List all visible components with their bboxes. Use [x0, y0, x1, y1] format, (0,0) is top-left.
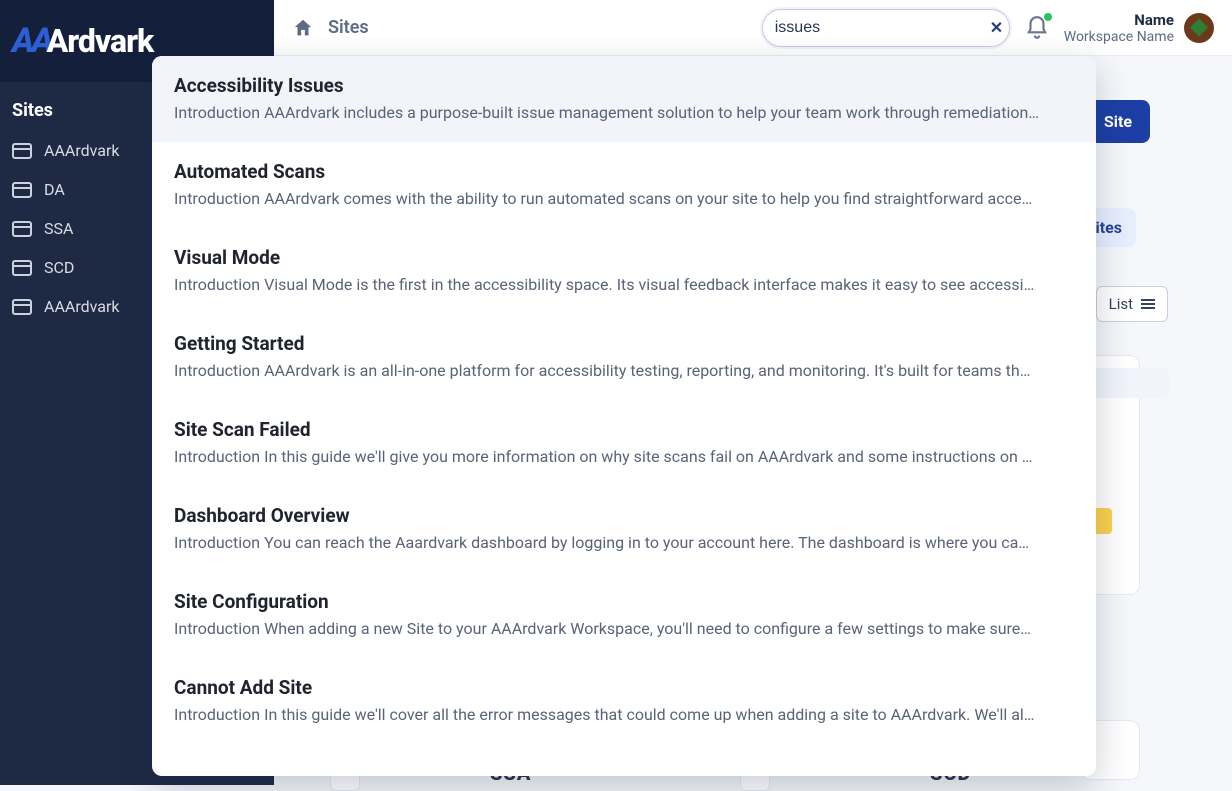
window-icon	[12, 299, 32, 315]
search-result[interactable]: Cannot Add Site Introduction In this gui…	[152, 658, 1096, 744]
result-title: Getting Started	[174, 332, 1074, 355]
user-menu[interactable]: Name Workspace Name	[1064, 11, 1214, 45]
search-field[interactable]: ✕	[762, 9, 1010, 47]
result-description: Introduction You can reach the Aaardvark…	[174, 533, 1074, 552]
search-result[interactable]: Site Configuration Introduction When add…	[152, 572, 1096, 658]
result-title: Dashboard Overview	[174, 504, 1074, 527]
sidebar-item-label: SSA	[44, 219, 73, 238]
search-result[interactable]: Site Scan Failed Introduction In this gu…	[152, 400, 1096, 486]
sidebar-item-label: AAArdvark	[44, 141, 119, 160]
result-description: Introduction When adding a new Site to y…	[174, 619, 1074, 638]
toggle-label: List	[1109, 295, 1133, 313]
avatar[interactable]	[1184, 13, 1214, 43]
workspace-name: Workspace Name	[1064, 29, 1174, 45]
result-description: Introduction In this guide we'll cover a…	[174, 705, 1074, 724]
result-title: Accessibility Issues	[174, 74, 1074, 97]
result-description: Introduction AAArdvark is an all-in-one …	[174, 361, 1074, 380]
notifications-button[interactable]	[1024, 15, 1050, 41]
brand-mark: AA	[12, 21, 51, 61]
result-title: Site Configuration	[174, 590, 1074, 613]
user-name: Name	[1064, 11, 1174, 29]
result-title: Site Scan Failed	[174, 418, 1074, 441]
breadcrumb[interactable]: Sites	[328, 17, 369, 38]
search-result[interactable]: Getting Started Introduction AAArdvark i…	[152, 314, 1096, 400]
result-title: Cannot Add Site	[174, 676, 1074, 699]
notification-dot-icon	[1044, 13, 1052, 21]
clear-search-icon[interactable]: ✕	[990, 18, 1003, 37]
result-description: Introduction AAArdvark includes a purpos…	[174, 103, 1074, 122]
result-description: Introduction Visual Mode is the first in…	[174, 275, 1074, 294]
window-icon	[12, 182, 32, 198]
search-result[interactable]: Automated Scans Introduction AAArdvark c…	[152, 142, 1096, 228]
home-icon[interactable]	[292, 17, 314, 39]
sidebar-item-label: DA	[44, 180, 65, 199]
search-input[interactable]	[775, 19, 982, 37]
result-description: Introduction In this guide we'll give yo…	[174, 447, 1074, 466]
search-results-dropdown: Accessibility Issues Introduction AAArdv…	[152, 56, 1096, 776]
view-toggle-list[interactable]: List	[1096, 286, 1168, 322]
list-icon	[1141, 299, 1155, 309]
window-icon	[12, 260, 32, 276]
search-result[interactable]: Visual Mode Introduction Visual Mode is …	[152, 228, 1096, 314]
sidebar-item-label: AAArdvark	[44, 297, 119, 316]
result-title: Visual Mode	[174, 246, 1074, 269]
window-icon	[12, 143, 32, 159]
search-result[interactable]: Accessibility Issues Introduction AAArdv…	[152, 56, 1096, 142]
result-title: Automated Scans	[174, 160, 1074, 183]
search-result[interactable]: Dashboard Overview Introduction You can …	[152, 486, 1096, 572]
window-icon	[12, 221, 32, 237]
result-description: Introduction AAArdvark comes with the ab…	[174, 189, 1074, 208]
button-label-fragment: Site	[1104, 112, 1132, 131]
brand-name: Ardvark	[47, 22, 154, 60]
topbar: Sites ✕ Name Workspace Name	[274, 0, 1232, 56]
sidebar-item-label: SCD	[44, 258, 74, 277]
